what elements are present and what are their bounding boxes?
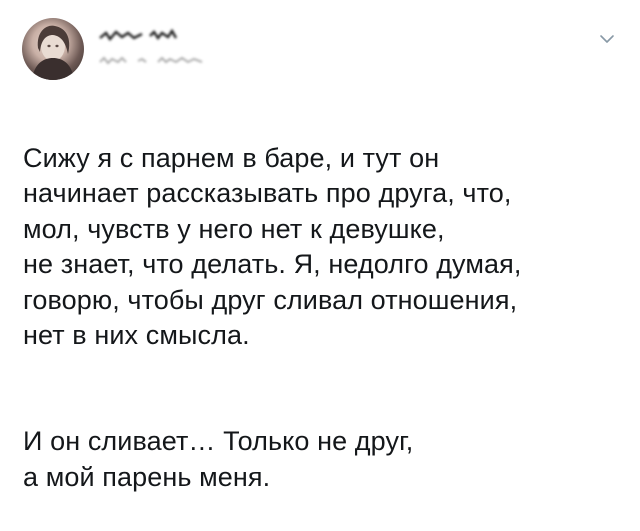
user-handle[interactable]: [98, 50, 268, 70]
blurred-handle-graphic: [99, 56, 203, 65]
tweet-text: Сижу я с парнем в баре, и тут он начинае…: [23, 105, 623, 531]
display-name[interactable]: [98, 24, 268, 46]
avatar-image: [32, 25, 74, 80]
tweet-card: Сижу я с парнем в баре, и тут он начинае…: [0, 0, 640, 492]
blurred-name-graphic: [99, 28, 178, 41]
tweet-paragraph-1: Сижу я с парнем в баре, и тут он начинае…: [23, 142, 522, 351]
tweet-paragraph-2: И он сливает… Только не друг, а мой паре…: [23, 426, 414, 492]
user-info[interactable]: [98, 24, 298, 72]
user-avatar[interactable]: [22, 18, 84, 80]
chevron-down-icon[interactable]: [598, 30, 616, 48]
